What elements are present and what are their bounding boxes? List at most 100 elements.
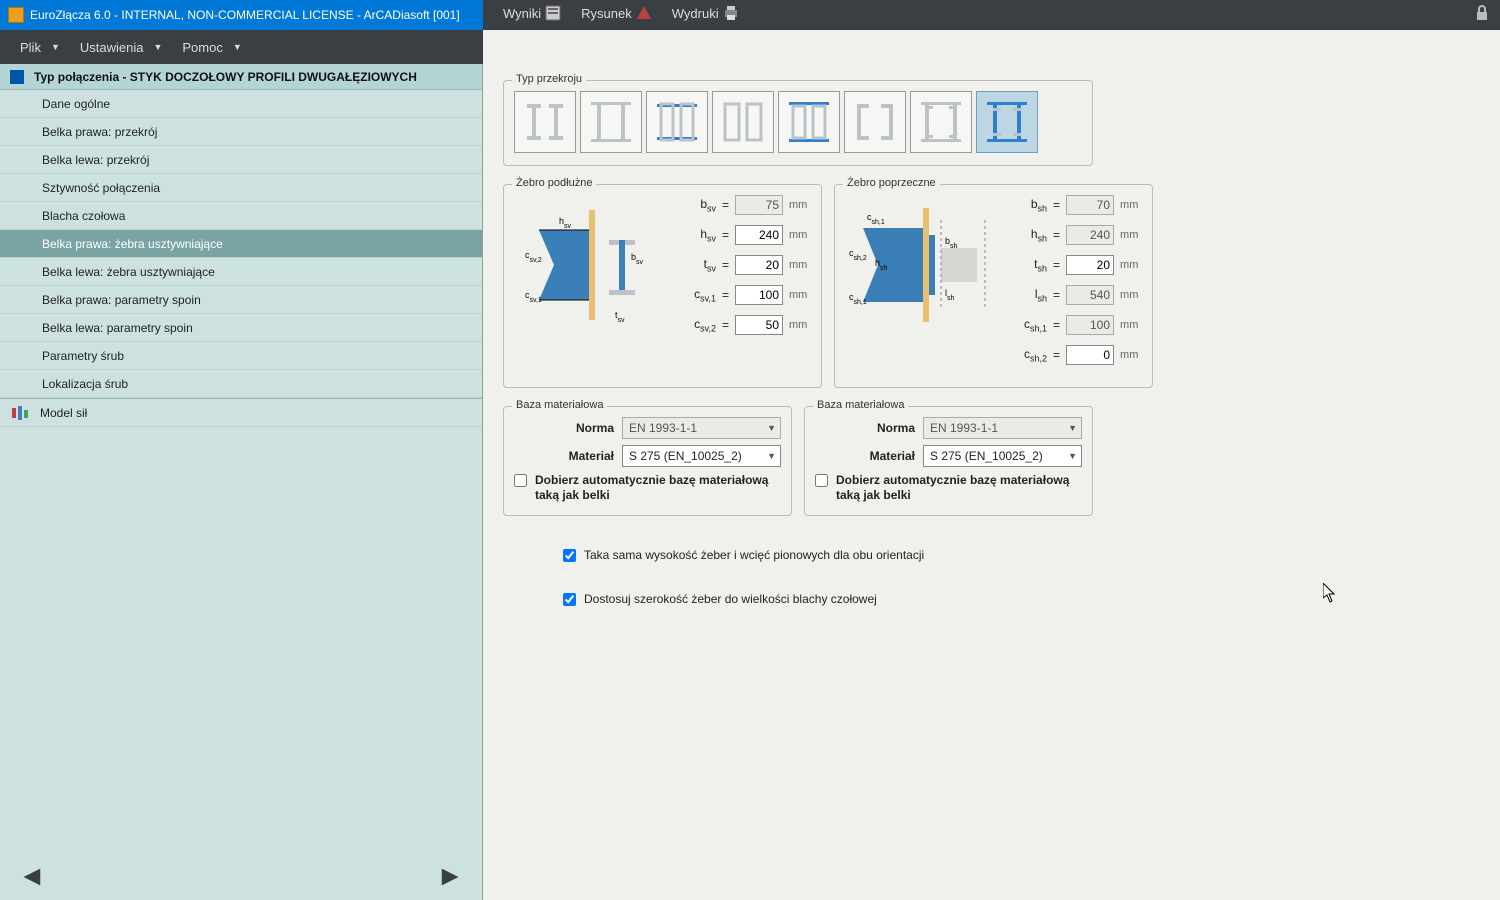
chevron-down-icon: ▼ xyxy=(767,423,776,433)
svg-text:bsh: bsh xyxy=(945,236,958,250)
param-label: tsh xyxy=(1003,257,1047,273)
param-input-h[interactable] xyxy=(1066,225,1114,245)
param-input-l[interactable] xyxy=(1066,285,1114,305)
material-select-right[interactable]: S 275 (EN_10025_2)▼ xyxy=(923,445,1082,467)
connection-type-icon xyxy=(10,70,24,84)
tree-item[interactable]: Belka lewa: przekrój xyxy=(0,146,482,174)
equals-sign: = xyxy=(1053,258,1060,272)
unit-label: mm xyxy=(1120,199,1142,211)
nav-next-button[interactable]: ► xyxy=(436,860,464,892)
nav-prev-button[interactable]: ◄ xyxy=(18,860,46,892)
section-icon xyxy=(719,98,767,146)
tree-item[interactable]: Belka prawa: żebra usztywniające xyxy=(0,230,482,258)
material-base-left: Baza materiałowa Norma EN 1993-1-1▼ Mate… xyxy=(503,406,792,516)
rib-vertical-group: Żebro podłużne hsv bsv xyxy=(503,184,822,388)
param-input-h[interactable] xyxy=(735,225,783,245)
menubar-right: Wyniki Rysunek Wydruki xyxy=(483,0,1500,30)
menu-prints[interactable]: Wydruki xyxy=(662,0,749,30)
material-base-right: Baza materiałowa Norma EN 1993-1-1▼ Mate… xyxy=(804,406,1093,516)
param-input-c1[interactable] xyxy=(735,285,783,305)
material-label: Materiał xyxy=(815,449,915,463)
material-base-left-legend: Baza materiałowa xyxy=(512,399,607,411)
menu-help[interactable]: Pomoc▼ xyxy=(172,30,251,64)
same-height-label: Taka sama wysokość żeber i wcięć pionowy… xyxy=(584,548,924,562)
app-icon xyxy=(8,7,24,23)
menu-file[interactable]: Plik▼ xyxy=(10,30,70,64)
tree-item[interactable]: Belka prawa: przekrój xyxy=(0,118,482,146)
param-input-t[interactable] xyxy=(735,255,783,275)
section-type-tile[interactable] xyxy=(910,91,972,153)
param-label: lsh xyxy=(1003,287,1047,303)
menu-results[interactable]: Wyniki xyxy=(493,0,571,30)
param-label: hsh xyxy=(1003,227,1047,243)
menu-settings[interactable]: Ustawienia▼ xyxy=(70,30,173,64)
svg-text:csh,1: csh,1 xyxy=(849,292,867,306)
sidebar-nav: ◄ ► xyxy=(0,852,482,900)
equals-sign: = xyxy=(1053,288,1060,302)
unit-label: mm xyxy=(789,319,811,331)
tree-item[interactable]: Belka lewa: parametry spoin xyxy=(0,314,482,342)
section-type-tile[interactable] xyxy=(646,91,708,153)
content-panel: Wyniki Rysunek Wydruki Typ przekroju Żeb… xyxy=(483,30,1500,900)
rib-vertical-legend: Żebro podłużne xyxy=(512,177,596,189)
tree-item[interactable]: Belka prawa: parametry spoin xyxy=(0,286,482,314)
section-type-tile[interactable] xyxy=(976,91,1038,153)
unit-label: mm xyxy=(789,259,811,271)
equals-sign: = xyxy=(722,318,729,332)
tree-item-model-sil[interactable]: Model sił xyxy=(0,399,482,427)
sidebar: Plik▼ Ustawienia▼ Pomoc▼ Typ połączenia … xyxy=(0,30,483,900)
param-input-c1[interactable] xyxy=(1066,315,1114,335)
param-input-c2[interactable] xyxy=(1066,345,1114,365)
param-input-b[interactable] xyxy=(735,195,783,215)
results-icon xyxy=(545,5,561,21)
section-type-tile[interactable] xyxy=(580,91,642,153)
chevron-down-icon: ▼ xyxy=(1068,423,1077,433)
param-input-b[interactable] xyxy=(1066,195,1114,215)
chevron-down-icon: ▼ xyxy=(767,451,776,461)
adjust-width-label: Dostosuj szerokość żeber do wielkości bl… xyxy=(584,592,877,606)
menubar-left: Plik▼ Ustawienia▼ Pomoc▼ xyxy=(0,30,483,64)
section-type-tile[interactable] xyxy=(844,91,906,153)
adjust-width-checkbox[interactable] xyxy=(563,593,576,606)
menu-drawing[interactable]: Rysunek xyxy=(571,0,662,30)
same-height-checkbox[interactable] xyxy=(563,549,576,562)
unit-label: mm xyxy=(789,289,811,301)
param-input-c2[interactable] xyxy=(735,315,783,335)
tree-item[interactable]: Dane ogólne xyxy=(0,90,482,118)
material-select-left[interactable]: S 275 (EN_10025_2)▼ xyxy=(622,445,781,467)
equals-sign: = xyxy=(722,288,729,302)
param-input-t[interactable] xyxy=(1066,255,1114,275)
auto-material-checkbox-left[interactable] xyxy=(514,474,527,487)
param-label: hsv xyxy=(672,227,716,243)
equals-sign: = xyxy=(722,258,729,272)
unit-label: mm xyxy=(789,229,811,241)
section-type-tile[interactable] xyxy=(712,91,774,153)
param-label: csv,1 xyxy=(672,287,716,303)
tree-item[interactable]: Sztywność połączenia xyxy=(0,174,482,202)
tree-item-label: Model sił xyxy=(40,406,87,420)
norma-select-right[interactable]: EN 1993-1-1▼ xyxy=(923,417,1082,439)
section-icon xyxy=(587,98,635,146)
svg-text:csv,2: csv,2 xyxy=(525,250,542,264)
tree-item[interactable]: Belka lewa: żebra usztywniające xyxy=(0,258,482,286)
rib-horizontal-legend: Żebro poprzeczne xyxy=(843,177,940,189)
section-type-tile[interactable] xyxy=(514,91,576,153)
lock-icon xyxy=(1474,5,1490,21)
equals-sign: = xyxy=(722,198,729,212)
norma-select-left[interactable]: EN 1993-1-1▼ xyxy=(622,417,781,439)
param-label: bsh xyxy=(1003,197,1047,213)
section-icon xyxy=(785,98,833,146)
equals-sign: = xyxy=(1053,318,1060,332)
tree-item[interactable]: Blacha czołowa xyxy=(0,202,482,230)
svg-text:hsv: hsv xyxy=(559,216,572,230)
material-label: Materiał xyxy=(514,449,614,463)
auto-material-checkbox-right[interactable] xyxy=(815,474,828,487)
section-type-tile[interactable] xyxy=(778,91,840,153)
equals-sign: = xyxy=(722,228,729,242)
tree-item[interactable]: Lokalizacja śrub xyxy=(0,370,482,398)
tree-item[interactable]: Parametry śrub xyxy=(0,342,482,370)
param-label: csh,2 xyxy=(1003,347,1047,363)
svg-text:csv,1: csv,1 xyxy=(525,290,542,304)
section-type-legend: Typ przekroju xyxy=(512,73,586,85)
tree-header-label: Typ połączenia - STYK DOCZOŁOWY PROFILI … xyxy=(34,70,417,84)
